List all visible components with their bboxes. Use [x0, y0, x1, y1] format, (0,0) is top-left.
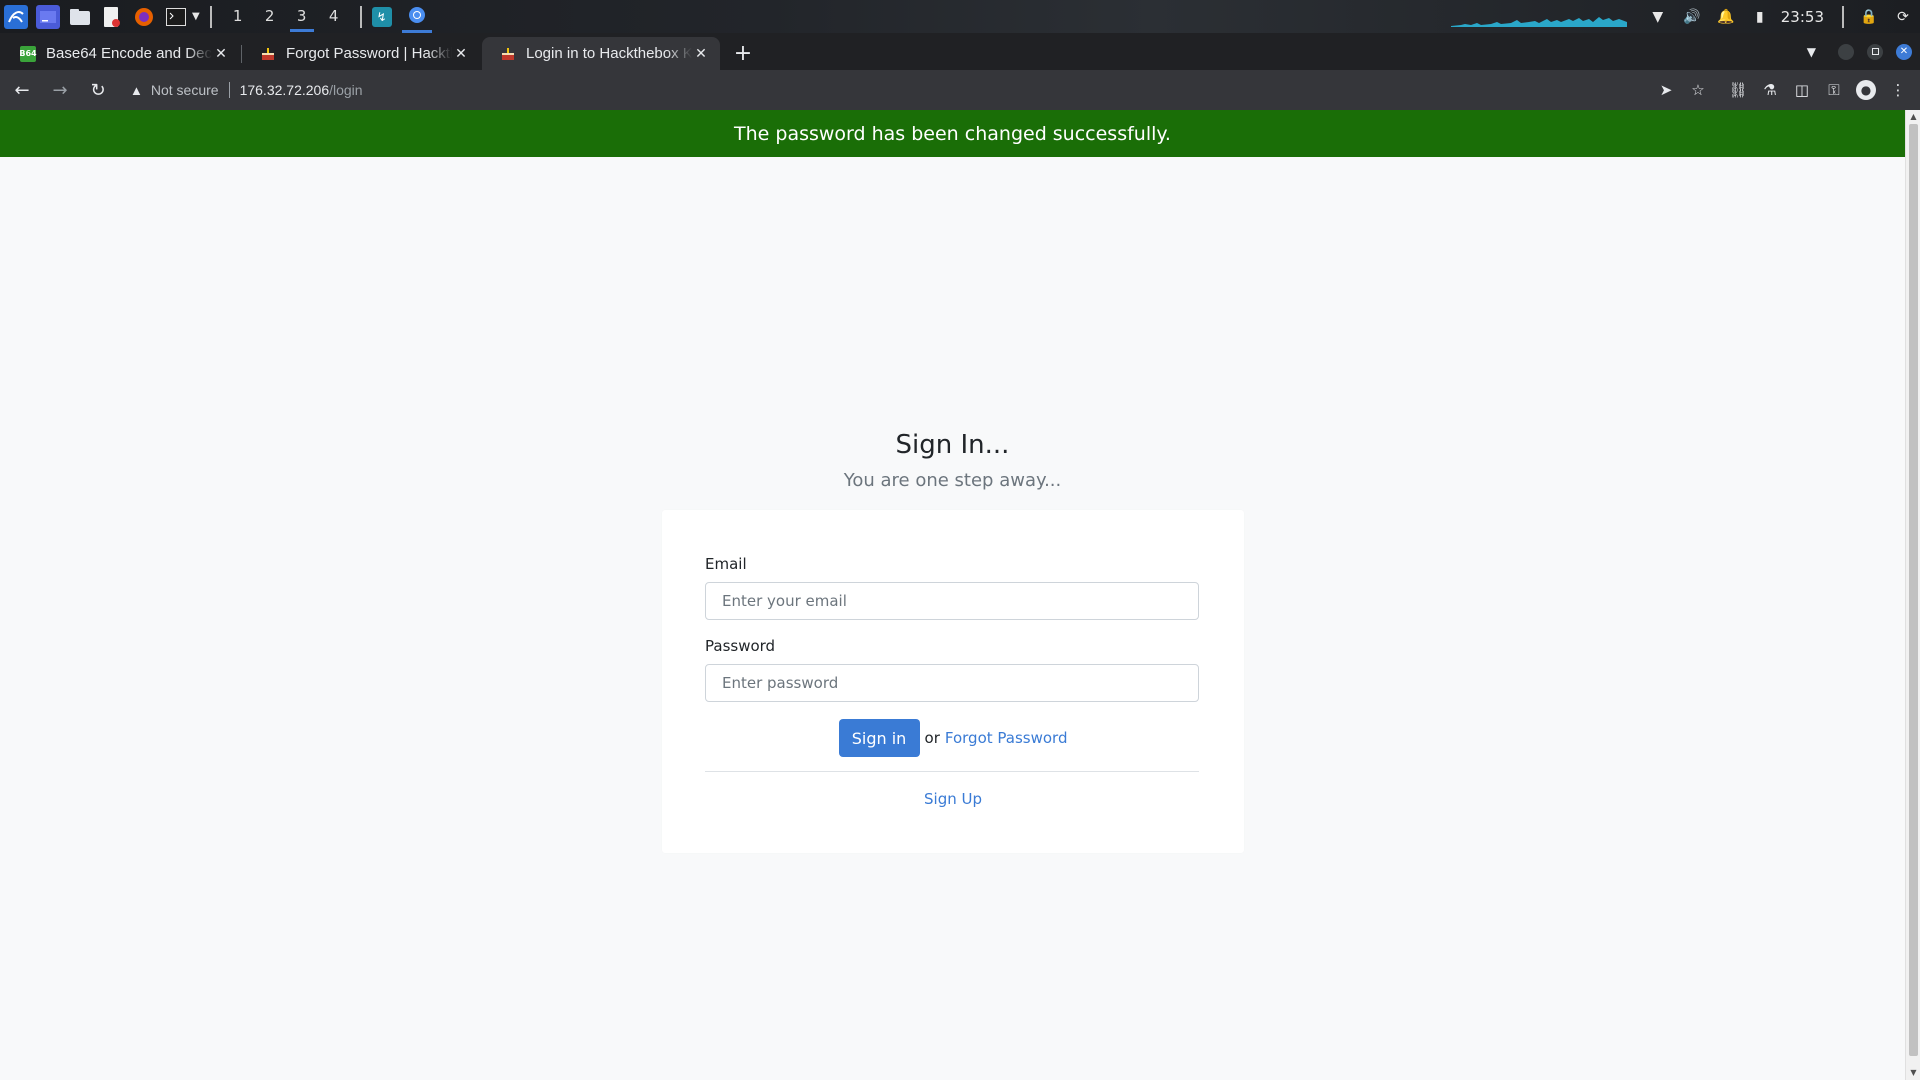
password-field[interactable]: [705, 664, 1199, 702]
workspace-3[interactable]: 3: [286, 0, 318, 33]
power-icon[interactable]: ⟳: [1892, 6, 1914, 28]
volume-icon[interactable]: 🔊: [1681, 6, 1703, 28]
battery-icon[interactable]: ▮: [1749, 6, 1771, 28]
firefox-icon[interactable]: [132, 5, 156, 29]
cpu-graph-icon: [1450, 16, 1627, 27]
chrome-window-icon[interactable]: [401, 0, 432, 33]
key-icon[interactable]: ⚿: [1818, 74, 1850, 106]
kebab-menu-icon[interactable]: ⋮: [1882, 74, 1914, 106]
login-card: Email Password Sign in or Forgot Passwor…: [662, 510, 1244, 853]
taskbar-separator: [209, 5, 212, 28]
base64-icon: B64: [19, 45, 37, 62]
close-icon[interactable]: ✕: [452, 46, 470, 62]
kali-menu-icon[interactable]: [4, 4, 28, 29]
browser-toolbar: ← → ↻ ▲ Not secure 176.32.72.206/login ➤…: [0, 70, 1920, 110]
forgot-password-link[interactable]: Forgot Password: [945, 729, 1068, 747]
taskbar-separator: [1842, 5, 1844, 28]
app-window-icon[interactable]: ↯: [371, 6, 392, 27]
bookmark-star-icon[interactable]: ☆: [1682, 74, 1714, 106]
scroll-down-icon[interactable]: ▼: [1906, 1066, 1920, 1080]
tab-forgot-password[interactable]: Forgot Password | Hackthebox Keeper ✕: [242, 37, 480, 70]
page-content: The password has been changed successful…: [0, 110, 1905, 1080]
os-taskbar: ▼ 1 2 3 4 ↯ ▼ 🔊 🔔 ▮ 23:53 🔒 ⟳: [0, 0, 1920, 33]
page-title: Sign In...: [895, 430, 1010, 460]
lock-icon[interactable]: 🔒: [1858, 6, 1880, 28]
clock[interactable]: 23:53: [1781, 8, 1824, 26]
extensions-puzzle-icon[interactable]: ⛓: [1722, 74, 1754, 106]
url-host[interactable]: 176.32.72.206: [240, 82, 330, 98]
file-manager-icon[interactable]: [68, 5, 92, 29]
scrollbar-thumb[interactable]: [1909, 124, 1918, 1056]
workspace-4[interactable]: 4: [318, 0, 350, 33]
share-icon[interactable]: ➤: [1650, 74, 1682, 106]
workspace-2[interactable]: 2: [254, 0, 286, 33]
email-label: Email: [705, 555, 747, 573]
wifi-icon[interactable]: ▼: [1647, 6, 1669, 28]
chevron-down-icon[interactable]: ▼: [192, 11, 200, 22]
cake-icon: [260, 46, 276, 62]
notification-bell-icon[interactable]: 🔔: [1715, 6, 1737, 28]
tab-search-icon[interactable]: ▼: [1807, 45, 1816, 59]
browser-tab-strip: B64 Base64 Encode and Decode - Online ✕ …: [0, 33, 1920, 70]
tab-title: Forgot Password | Hackthebox Keeper: [286, 45, 452, 62]
taskbar-separator: [359, 5, 362, 28]
close-icon[interactable]: ✕: [692, 46, 710, 62]
sign-up-row: Sign Up: [662, 790, 1244, 808]
close-window-icon[interactable]: ✕: [1896, 43, 1912, 60]
text-editor-icon[interactable]: [100, 5, 124, 29]
url-path[interactable]: /login: [329, 82, 362, 98]
profile-avatar[interactable]: ●: [1850, 74, 1882, 106]
tab-base64[interactable]: B64 Base64 Encode and Decode - Online ✕: [2, 37, 242, 70]
cake-icon: [500, 46, 516, 62]
or-text: or: [924, 729, 940, 747]
new-tab-button[interactable]: +: [726, 37, 760, 70]
avatar-icon: ●: [1856, 80, 1876, 100]
terminal-icon[interactable]: [164, 5, 188, 29]
back-arrow-icon[interactable]: ←: [6, 74, 38, 106]
email-field[interactable]: [705, 582, 1199, 620]
login-actions: Sign in or Forgot Password: [662, 719, 1244, 757]
page-subtitle: You are one step away...: [843, 470, 1062, 491]
page-scrollbar[interactable]: ▲ ▼: [1905, 110, 1920, 1080]
maximize-icon[interactable]: [1867, 43, 1883, 60]
password-label: Password: [705, 637, 776, 655]
tab-title: Login in to Hackthebox Keeper: [526, 45, 692, 62]
minimize-icon[interactable]: [1838, 43, 1854, 60]
tab-title: Base64 Encode and Decode - Online: [46, 45, 212, 62]
divider: [705, 771, 1199, 772]
side-panel-icon[interactable]: ◫: [1786, 74, 1818, 106]
reload-icon[interactable]: ↻: [82, 74, 114, 106]
forward-arrow-icon[interactable]: →: [44, 74, 76, 106]
sign-in-button[interactable]: Sign in: [838, 719, 920, 757]
close-icon[interactable]: ✕: [212, 46, 230, 62]
warning-triangle-icon[interactable]: ▲: [130, 83, 143, 98]
terminal-app-icon[interactable]: [36, 4, 60, 29]
omnibox-separator: [228, 82, 230, 98]
sign-up-link[interactable]: Sign Up: [924, 790, 982, 808]
security-label[interactable]: Not secure: [151, 82, 219, 98]
flask-icon[interactable]: ⚗: [1754, 74, 1786, 106]
success-alert: The password has been changed successful…: [0, 110, 1905, 157]
workspace-1[interactable]: 1: [222, 0, 254, 33]
tab-login[interactable]: Login in to Hackthebox Keeper ✕: [482, 37, 720, 70]
scroll-up-icon[interactable]: ▲: [1906, 110, 1920, 124]
address-bar[interactable]: ▲ Not secure 176.32.72.206/login: [130, 82, 363, 98]
